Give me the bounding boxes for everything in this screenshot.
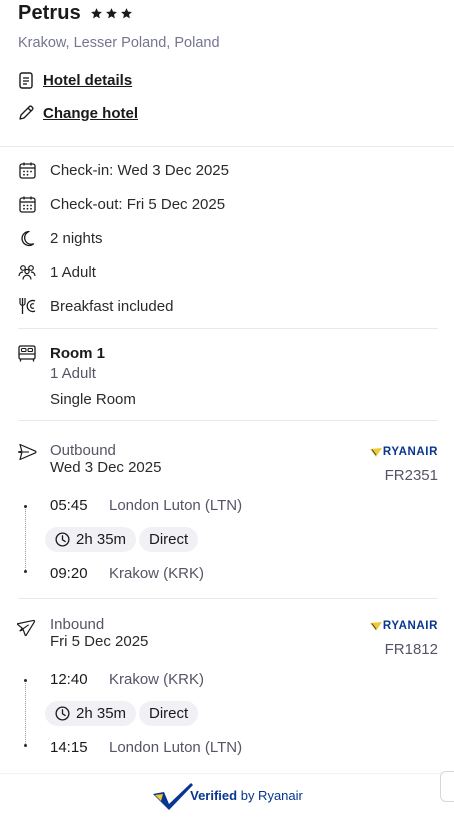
room-type: Single Room bbox=[50, 391, 136, 408]
verified-text: Verified by Ryanair bbox=[190, 788, 303, 803]
section-divider bbox=[18, 420, 438, 421]
direct-text: Direct bbox=[149, 531, 189, 548]
timeline-dot bbox=[24, 679, 27, 682]
room-adults: 1 Adult bbox=[50, 365, 96, 382]
duration-pill: 2h 35m bbox=[45, 701, 137, 726]
inbound-arrive-time: 14:15 bbox=[50, 739, 88, 756]
check-out-row: Check-out: Fri 5 Dec 2025 bbox=[18, 193, 225, 215]
outbound-depart-time: 05:45 bbox=[50, 497, 88, 514]
calendar-icon bbox=[18, 195, 36, 213]
outbound-label: Outbound bbox=[50, 442, 116, 459]
ryanair-logo: RYANAIR bbox=[369, 620, 438, 632]
outbound-date: Wed 3 Dec 2025 bbox=[50, 459, 162, 476]
direct-pill: Direct bbox=[139, 701, 199, 726]
people-icon bbox=[18, 263, 36, 281]
document-icon bbox=[18, 71, 34, 89]
inbound-arrive-place: London Luton (LTN) bbox=[109, 739, 243, 756]
airline-name: RYANAIR bbox=[382, 446, 438, 458]
section-divider bbox=[0, 146, 454, 147]
inbound-depart-place: Krakow (KRK) bbox=[109, 671, 205, 688]
hotel-details-link[interactable]: Hotel details bbox=[18, 71, 132, 89]
calendar-icon bbox=[18, 161, 36, 179]
moon-icon bbox=[18, 229, 36, 247]
section-divider bbox=[18, 598, 438, 599]
star-rating bbox=[90, 7, 133, 20]
outbound-flight-number: FR2351 bbox=[384, 467, 438, 484]
clock-icon bbox=[55, 532, 70, 547]
verified-label: Verified bbox=[190, 788, 238, 803]
side-tab-handle[interactable] bbox=[440, 771, 454, 802]
duration-text: 2h 35m bbox=[76, 705, 127, 722]
guests-text: 1 Adult bbox=[50, 263, 96, 281]
inbound-date: Fri 5 Dec 2025 bbox=[50, 633, 149, 650]
change-hotel-label[interactable]: Change hotel bbox=[43, 105, 138, 122]
hotel-location: Krakow, Lesser Poland, Poland bbox=[18, 35, 220, 51]
outbound-arrive-time: 09:20 bbox=[50, 565, 88, 582]
check-out-text: Check-out: Fri 5 Dec 2025 bbox=[50, 195, 226, 213]
airline-name: RYANAIR bbox=[382, 620, 438, 632]
clock-icon bbox=[55, 706, 70, 721]
section-divider bbox=[18, 328, 438, 329]
verified-by: by Ryanair bbox=[240, 788, 303, 803]
harp-icon bbox=[369, 447, 382, 457]
hotel-name: Petrus bbox=[18, 2, 81, 24]
board-text: Breakfast included bbox=[50, 297, 174, 315]
hotel-details-label[interactable]: Hotel details bbox=[43, 72, 132, 89]
cutlery-icon bbox=[18, 297, 36, 315]
timeline-dot bbox=[24, 505, 27, 508]
guests-row: 1 Adult bbox=[18, 261, 96, 283]
plane-departure-icon bbox=[17, 442, 37, 462]
check-in-row: Check-in: Wed 3 Dec 2025 bbox=[18, 159, 229, 181]
star-icon bbox=[105, 8, 117, 19]
duration-text: 2h 35m bbox=[76, 531, 127, 548]
plane-arrival-icon bbox=[16, 616, 37, 637]
harp-icon bbox=[369, 621, 382, 631]
duration-pill: 2h 35m bbox=[45, 527, 137, 552]
bed-icon bbox=[18, 345, 36, 363]
room-title: Room 1 bbox=[50, 345, 106, 362]
verified-footer: Verified by Ryanair bbox=[0, 773, 454, 817]
star-icon bbox=[120, 8, 132, 19]
timeline-line bbox=[25, 506, 26, 572]
timeline-dot bbox=[24, 744, 27, 747]
hotel-name-row: Petrus bbox=[18, 2, 133, 25]
inbound-flight-number: FR1812 bbox=[384, 641, 438, 658]
change-hotel-link[interactable]: Change hotel bbox=[18, 104, 138, 122]
timeline-line bbox=[25, 680, 26, 746]
direct-pill: Direct bbox=[139, 527, 199, 552]
nights-row: 2 nights bbox=[18, 227, 103, 249]
ryanair-logo: RYANAIR bbox=[369, 446, 438, 458]
timeline-dot bbox=[24, 570, 27, 573]
outbound-arrive-place: Krakow (KRK) bbox=[109, 565, 205, 582]
nights-text: 2 nights bbox=[50, 229, 103, 247]
outbound-depart-place: London Luton (LTN) bbox=[109, 497, 243, 514]
board-row: Breakfast included bbox=[18, 295, 173, 317]
inbound-depart-time: 12:40 bbox=[50, 671, 88, 688]
check-in-text: Check-in: Wed 3 Dec 2025 bbox=[50, 161, 229, 179]
verified-badge-icon bbox=[153, 782, 194, 810]
star-icon bbox=[90, 8, 102, 19]
pencil-icon bbox=[18, 104, 34, 122]
direct-text: Direct bbox=[149, 705, 189, 722]
inbound-label: Inbound bbox=[50, 616, 105, 633]
